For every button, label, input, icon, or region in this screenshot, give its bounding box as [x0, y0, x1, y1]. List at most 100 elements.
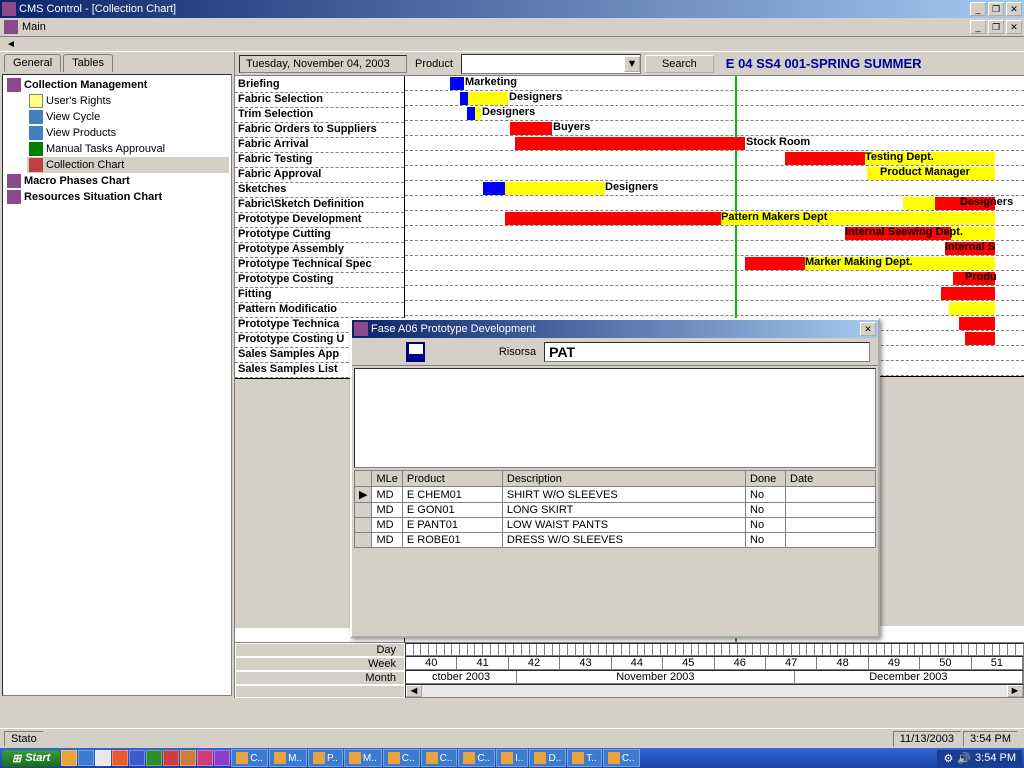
gantt-bar[interactable] — [965, 332, 995, 345]
gantt-bar[interactable] — [949, 302, 995, 315]
taskbar-task[interactable]: M.. — [344, 749, 382, 767]
gantt-bar[interactable] — [510, 122, 552, 135]
menubar: Main _ ❐ ✕ — [0, 18, 1024, 36]
col-date[interactable]: Date — [786, 471, 876, 487]
gantt-bar[interactable] — [959, 317, 995, 330]
quicklaunch-icon[interactable] — [95, 750, 111, 766]
gantt-bar[interactable] — [515, 137, 745, 150]
taskbar-task[interactable]: P.. — [308, 749, 343, 767]
tray-icon[interactable]: 🔊 — [957, 752, 971, 765]
tree-view-cycle[interactable]: View Cycle — [27, 109, 229, 125]
mdi-maximize-button[interactable]: ❐ — [988, 20, 1004, 34]
tree-root[interactable]: Collection Management — [5, 77, 229, 93]
maximize-button[interactable]: ❐ — [988, 2, 1004, 16]
product-dropdown[interactable]: ▼ — [461, 54, 641, 74]
gantt-bar[interactable] — [475, 107, 481, 120]
risorsa-input[interactable] — [544, 342, 870, 362]
gantt-row[interactable]: Internal S — [405, 241, 1024, 256]
gantt-bar[interactable] — [483, 182, 505, 195]
gantt-bar[interactable] — [505, 182, 605, 195]
tree-macro-phases[interactable]: Macro Phases Chart — [5, 173, 229, 189]
taskbar-task[interactable]: T.. — [567, 749, 602, 767]
taskbar-task[interactable]: D.. — [529, 749, 566, 767]
gantt-row[interactable]: Designers — [405, 181, 1024, 196]
tray-icon[interactable]: ⚙ — [943, 752, 953, 765]
start-button[interactable]: ⊞Start — [2, 750, 60, 767]
gantt-bar[interactable] — [450, 77, 464, 90]
save-icon[interactable] — [406, 342, 425, 362]
taskbar-task[interactable]: C.. — [421, 749, 458, 767]
quicklaunch-icon[interactable] — [112, 750, 128, 766]
search-button[interactable]: Search — [645, 55, 714, 73]
col-product[interactable]: Product — [402, 471, 502, 487]
tab-tables[interactable]: Tables — [63, 54, 113, 72]
dialog-upper-list[interactable] — [354, 368, 876, 468]
scale-week-label[interactable]: Week — [235, 657, 405, 671]
gantt-row[interactable]: Pattern Makers Dept — [405, 211, 1024, 226]
tree-manual-tasks[interactable]: Manual Tasks Approuval — [27, 141, 229, 157]
gantt-row[interactable]: Designers — [405, 91, 1024, 106]
col-mle[interactable]: MLe — [372, 471, 402, 487]
scale-day-label[interactable]: Day — [235, 643, 405, 657]
gantt-bar[interactable] — [785, 152, 865, 165]
date-display[interactable]: Tuesday, November 04, 2003 — [239, 55, 407, 73]
tree-users-rights[interactable]: User's Rights — [27, 93, 229, 109]
quicklaunch-icon[interactable] — [78, 750, 94, 766]
gantt-bar[interactable] — [745, 257, 805, 270]
quicklaunch-icon[interactable] — [197, 750, 213, 766]
scroll-right-button[interactable]: ► — [1007, 685, 1023, 697]
close-button[interactable]: ✕ — [1006, 2, 1022, 16]
gantt-bar[interactable] — [941, 287, 995, 300]
tree-collection-chart[interactable]: Collection Chart — [27, 157, 229, 173]
horizontal-scrollbar[interactable]: ◄ ► — [405, 684, 1024, 698]
col-description[interactable]: Description — [502, 471, 745, 487]
nav-arrows[interactable]: ◄ — [0, 36, 1024, 52]
quicklaunch-icon[interactable] — [61, 750, 77, 766]
dialog-close-button[interactable]: ✕ — [860, 322, 876, 336]
quicklaunch-icon[interactable] — [214, 750, 230, 766]
gantt-row[interactable]: Buyers — [405, 121, 1024, 136]
table-row[interactable]: MDE PANT01LOW WAIST PANTSNo — [355, 518, 876, 533]
col-done[interactable]: Done — [746, 471, 786, 487]
mdi-close-button[interactable]: ✕ — [1006, 20, 1022, 34]
gantt-row[interactable]: Marker Making Dept. — [405, 256, 1024, 271]
gantt-row[interactable]: Testing Dept. — [405, 151, 1024, 166]
chevron-down-icon[interactable]: ▼ — [624, 56, 640, 72]
taskbar-task[interactable]: C.. — [603, 749, 640, 767]
scale-month-label[interactable]: Month — [235, 671, 405, 685]
quicklaunch-icon[interactable] — [146, 750, 162, 766]
gantt-row[interactable]: Product Manager — [405, 166, 1024, 181]
gantt-bar[interactable] — [460, 92, 468, 105]
taskbar-task[interactable]: C.. — [231, 749, 268, 767]
table-row[interactable]: MDE ROBE01DRESS W/O SLEEVESNo — [355, 533, 876, 548]
taskbar-task[interactable]: M.. — [269, 749, 307, 767]
scale-scroll-spacer — [235, 685, 405, 698]
minimize-button[interactable]: _ — [970, 2, 986, 16]
gantt-row[interactable]: Designers — [405, 196, 1024, 211]
quicklaunch-icon[interactable] — [129, 750, 145, 766]
tree-resources-chart[interactable]: Resources Situation Chart — [5, 189, 229, 205]
tab-general[interactable]: General — [4, 54, 61, 72]
taskbar-task[interactable]: I.. — [496, 749, 528, 767]
gantt-bar[interactable] — [467, 107, 475, 120]
gantt-row[interactable]: Marketing — [405, 76, 1024, 91]
gantt-bar[interactable] — [505, 212, 721, 225]
scroll-left-button[interactable]: ◄ — [406, 685, 422, 697]
taskbar-task[interactable]: C.. — [383, 749, 420, 767]
tree-view-products[interactable]: View Products — [27, 125, 229, 141]
taskbar-task[interactable]: C.. — [458, 749, 495, 767]
quicklaunch-icon[interactable] — [180, 750, 196, 766]
quicklaunch-icon[interactable] — [163, 750, 179, 766]
menu-main[interactable]: Main — [22, 21, 46, 33]
gantt-row[interactable]: Stock Room — [405, 136, 1024, 151]
gantt-row[interactable]: Produ — [405, 271, 1024, 286]
system-tray[interactable]: ⚙ 🔊 3:54 PM — [937, 750, 1022, 767]
gantt-row[interactable]: Internal Seewing Dept. — [405, 226, 1024, 241]
gantt-row[interactable] — [405, 286, 1024, 301]
table-row[interactable]: ▶MDE CHEM01SHIRT W/O SLEEVESNo — [355, 487, 876, 503]
gantt-bar[interactable] — [468, 92, 508, 105]
gantt-row[interactable]: Designers — [405, 106, 1024, 121]
gantt-row[interactable] — [405, 301, 1024, 316]
mdi-minimize-button[interactable]: _ — [970, 20, 986, 34]
table-row[interactable]: MDE GON01LONG SKIRTNo — [355, 503, 876, 518]
